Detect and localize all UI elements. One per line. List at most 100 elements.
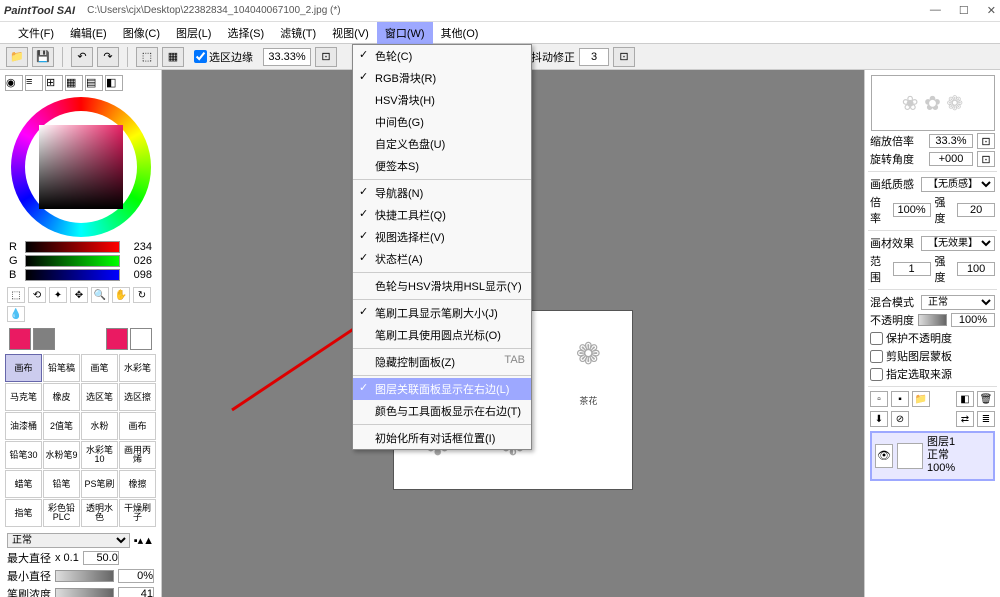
brush-1[interactable]: 铅笔稿 (43, 354, 80, 382)
selection-edge-checkbox[interactable]: 选区边缘 (194, 49, 253, 65)
menu-item[interactable]: 视图选择栏(V) (353, 226, 531, 248)
brush-17[interactable]: 铅笔 (43, 470, 80, 498)
menu-5[interactable]: 滤镜(T) (272, 22, 324, 44)
zoom-reset-icon[interactable]: ⊡ (977, 133, 995, 149)
toolbar-btn-redo[interactable]: ↷ (97, 47, 119, 67)
blend-mode-select[interactable]: 正常 (921, 295, 995, 310)
color-tab-btn4[interactable]: ▦ (65, 75, 83, 91)
menu-7[interactable]: 窗口(W) (377, 22, 433, 44)
menu-item[interactable]: 自定义色盘(U) (353, 133, 531, 155)
min-diameter-input[interactable] (118, 569, 154, 583)
brush-21[interactable]: 彩色铅PLC (43, 499, 80, 527)
max-diameter-input[interactable] (83, 551, 119, 565)
color-swatch[interactable] (9, 328, 152, 350)
menu-item[interactable]: RGB滑块(R) (353, 67, 531, 89)
brush-12[interactable]: 铅笔30 (5, 441, 42, 469)
min-diameter-slider[interactable] (55, 570, 114, 582)
rotation-value[interactable]: +000 (929, 152, 973, 166)
opacity-slider[interactable] (918, 314, 947, 326)
zoom-input[interactable] (263, 48, 311, 66)
toolbar-btn-invert[interactable]: ▦ (162, 47, 184, 67)
toolbar-btn-undo[interactable]: ↶ (71, 47, 93, 67)
tool-lasso[interactable]: ⟲ (28, 287, 46, 303)
menu-item[interactable]: 初始化所有对话框位置(I) (353, 427, 531, 449)
menu-8[interactable]: 其他(O) (433, 22, 487, 44)
color-tab-rgb[interactable]: ≡ (25, 75, 43, 91)
delete-layer-icon[interactable]: 🗑 (977, 391, 995, 407)
navigator-preview[interactable]: ❀ ✿ ❁ (871, 75, 995, 131)
menu-item[interactable]: 笔刷工具显示笔刷大小(J) (353, 302, 531, 324)
tool-move[interactable]: ✥ (70, 287, 88, 303)
new-folder-icon[interactable]: 📁 (912, 391, 930, 407)
layer-merge-icon[interactable]: ⬇ (870, 411, 888, 427)
brush-3[interactable]: 水彩笔 (119, 354, 156, 382)
brush-22[interactable]: 透明水色 (81, 499, 118, 527)
clipping-mask-check[interactable]: 剪贴图层蒙板 (870, 348, 995, 364)
rgb-r-slider[interactable]: R234 (9, 241, 152, 253)
color-tab-wheel[interactable]: ◉ (5, 75, 23, 91)
lock-origin-check[interactable]: 指定选取来源 (870, 366, 995, 382)
menu-item[interactable]: 图层关联面板显示在右边(L) (353, 378, 531, 400)
tool-rect-select[interactable]: ⬚ (7, 287, 25, 303)
menu-6[interactable]: 视图(V) (324, 22, 377, 44)
menu-item[interactable]: HSV滑块(H) (353, 89, 531, 111)
minimize-button[interactable]: — (930, 4, 941, 17)
brush-16[interactable]: 蜡笔 (5, 470, 42, 498)
menu-item[interactable]: 笔刷工具使用圆点光标(O) (353, 324, 531, 346)
brush-20[interactable]: 指笔 (5, 499, 42, 527)
layer-item[interactable]: 👁 图层1 正常 100% (870, 431, 995, 481)
brush-11[interactable]: 画布 (119, 412, 156, 440)
menu-item[interactable]: 便签本S) (353, 155, 531, 177)
brush-14[interactable]: 水彩笔10 (81, 441, 118, 469)
brush-mode-select[interactable]: 正常 (7, 533, 130, 548)
layer-transfer-icon[interactable]: ⇄ (956, 411, 974, 427)
brush-18[interactable]: PS笔刷 (81, 470, 118, 498)
brush-13[interactable]: 水粉笔9 (43, 441, 80, 469)
menu-4[interactable]: 选择(S) (219, 22, 272, 44)
preserve-opacity-check[interactable]: 保护不透明度 (870, 330, 995, 346)
jitter-input[interactable] (579, 48, 609, 66)
tool-hand[interactable]: ✋ (112, 287, 130, 303)
menu-item[interactable]: 中间色(G) (353, 111, 531, 133)
menu-item[interactable]: 颜色与工具面板显示在右边(T) (353, 400, 531, 422)
color-tab-btn6[interactable]: ◧ (105, 75, 123, 91)
close-button[interactable]: ✕ (987, 4, 996, 17)
color-tab-btn3[interactable]: ⊞ (45, 75, 63, 91)
menu-2[interactable]: 图像(C) (115, 22, 168, 44)
zoom-reset[interactable]: ⊡ (315, 47, 337, 67)
density-input[interactable] (118, 587, 154, 597)
color-wheel[interactable] (11, 97, 151, 237)
brush-2[interactable]: 画笔 (81, 354, 118, 382)
brush-23[interactable]: 干燥刷子 (119, 499, 156, 527)
tool-zoom[interactable]: 🔍 (91, 287, 109, 303)
new-layer-icon[interactable]: ▫ (870, 391, 888, 407)
brush-8[interactable]: 油漆桶 (5, 412, 42, 440)
brush-15[interactable]: 画用丙烯 (119, 441, 156, 469)
brush-6[interactable]: 选区笔 (81, 383, 118, 411)
jitter-extra[interactable]: ⊡ (613, 47, 635, 67)
rotation-reset-icon[interactable]: ⊡ (977, 151, 995, 167)
menu-3[interactable]: 图层(L) (168, 22, 219, 44)
brush-0[interactable]: 画布 (5, 354, 42, 382)
rgb-g-slider[interactable]: G026 (9, 255, 152, 267)
zoom-value[interactable]: 33.3% (929, 134, 973, 148)
tool-rotate[interactable]: ↻ (133, 287, 151, 303)
toolbar-btn-deselect[interactable]: ⬚ (136, 47, 158, 67)
brush-19[interactable]: 橡擦 (119, 470, 156, 498)
maximize-button[interactable]: ☐ (959, 4, 969, 17)
brush-10[interactable]: 水粉 (81, 412, 118, 440)
menu-item[interactable]: 隐藏控制面板(Z)TAB (353, 351, 531, 373)
toolbar-btn-open[interactable]: 📁 (6, 47, 28, 67)
menu-1[interactable]: 编辑(E) (62, 22, 115, 44)
menu-item[interactable]: 快捷工具栏(Q) (353, 204, 531, 226)
menu-0[interactable]: 文件(F) (10, 22, 62, 44)
menu-item[interactable]: 色轮与HSV滑块用HSL显示(Y) (353, 275, 531, 297)
brush-9[interactable]: 2值笔 (43, 412, 80, 440)
density-slider[interactable] (55, 588, 114, 597)
menu-item[interactable]: 色轮(C) (353, 45, 531, 67)
layer-mask-icon[interactable]: ◧ (956, 391, 974, 407)
layer-visibility-icon[interactable]: 👁 (875, 444, 893, 468)
brush-4[interactable]: 马克笔 (5, 383, 42, 411)
layer-clear-icon[interactable]: ⊘ (891, 411, 909, 427)
menu-item[interactable]: 状态栏(A) (353, 248, 531, 270)
